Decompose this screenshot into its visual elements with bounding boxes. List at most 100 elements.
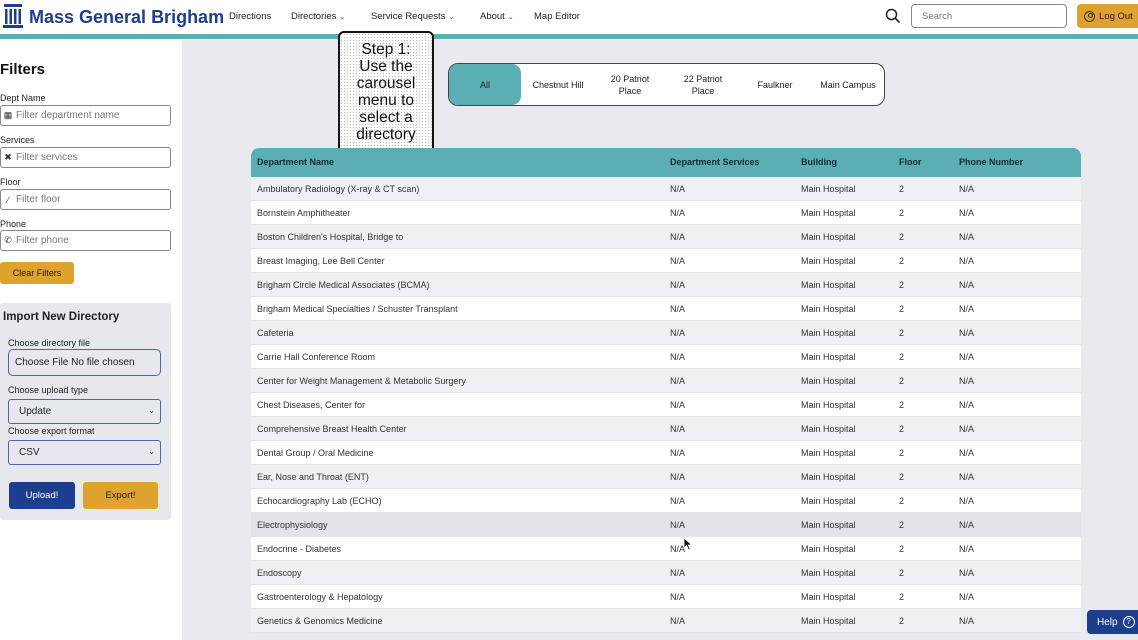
- carousel-item-20-patriot-place[interactable]: 20 Patriot Place: [599, 64, 661, 105]
- cell-phone-number: N/A: [959, 256, 975, 266]
- search-icon[interactable]: [885, 8, 901, 24]
- chevron-down-icon: ⌄: [339, 14, 346, 21]
- column-header-phone-number[interactable]: Phone Number: [959, 157, 1023, 167]
- table-row[interactable]: Endocrine - Diabetes N/A Main Hospital 2 N/A: [251, 537, 1081, 561]
- cell-department-services: N/A: [670, 424, 686, 434]
- cell-floor: 2: [899, 208, 905, 218]
- cell-floor: 2: [899, 592, 905, 602]
- upload-button[interactable]: Upload!: [9, 482, 75, 509]
- cell-department-services: N/A: [670, 592, 686, 602]
- table-row[interactable]: Gastroenterology & Hepatology N/A Main Hos…: [251, 585, 1081, 609]
- cell-floor: 2: [899, 328, 905, 338]
- cell-phone-number: N/A: [959, 592, 975, 602]
- cell-department-services: N/A: [670, 184, 686, 194]
- phone-filter-input[interactable]: ✆ Filter phone: [0, 230, 171, 251]
- cell-department-services: N/A: [670, 400, 686, 410]
- phone-icon: ✆: [4, 235, 12, 245]
- cell-department-services: N/A: [670, 304, 686, 314]
- cell-building: Main Hospital: [801, 328, 856, 338]
- nav-directories[interactable]: Directories ⌄: [291, 11, 345, 22]
- carousel-item-main-campus[interactable]: Main Campus: [817, 64, 879, 105]
- callout-line: Use the: [359, 58, 413, 75]
- table-row[interactable]: Genetics & Genomics Medicine N/A Main Hosp…: [251, 609, 1081, 633]
- tutorial-callout: Step 1: Use the carousel menu to select …: [338, 31, 434, 153]
- column-header-building[interactable]: Building: [801, 157, 837, 167]
- cell-department-name: Endoscopy: [257, 568, 302, 578]
- mouse-cursor-icon: [683, 537, 693, 551]
- export-button[interactable]: Export!: [83, 482, 158, 509]
- cell-floor: 2: [899, 400, 905, 410]
- cell-floor: 2: [899, 520, 905, 530]
- table-row[interactable]: Breast Imaging, Lee Bell Center N/A Main H…: [251, 249, 1081, 273]
- cell-building: Main Hospital: [801, 304, 856, 314]
- cell-department-services: N/A: [670, 352, 686, 362]
- table-row[interactable]: Chest Diseases, Center for N/A Main Hospit…: [251, 393, 1081, 417]
- table-row[interactable]: Bornstein Amphitheater N/A Main Hospital 2 N…: [251, 201, 1081, 225]
- carousel-item-chestnut-hill[interactable]: Chestnut Hill: [527, 64, 589, 105]
- table-header: Department Name Department Services Buil…: [251, 148, 1081, 177]
- upload-type-select[interactable]: Update ⌄: [8, 399, 161, 424]
- user-icon: [1084, 10, 1095, 22]
- cell-department-name: Comprehensive Breast Health Center: [257, 424, 407, 434]
- floor-filter-input[interactable]: ∕ Filter floor: [0, 189, 171, 210]
- cell-building: Main Hospital: [801, 400, 856, 410]
- table-row[interactable]: Carrie Hall Conference Room N/A Main Hospi…: [251, 345, 1081, 369]
- carousel-item-all[interactable]: All: [449, 64, 521, 105]
- table-row[interactable]: Ambulatory Radiology (X-ray & CT scan) N/…: [251, 177, 1081, 201]
- table-row[interactable]: Echocardiography Lab (ECHO) N/A Main Hospi…: [251, 489, 1081, 513]
- column-header-floor[interactable]: Floor: [899, 157, 922, 167]
- file-chooser[interactable]: Choose File No file chosen: [8, 349, 161, 376]
- nav-directions[interactable]: Directions: [229, 11, 271, 22]
- cell-building: Main Hospital: [801, 184, 856, 194]
- table-row[interactable]: Ear, Nose and Throat (ENT) N/A Main Hospit…: [251, 465, 1081, 489]
- help-button[interactable]: Help?: [1087, 610, 1138, 634]
- cell-building: Main Hospital: [801, 256, 856, 266]
- table-row[interactable]: Dental Group / Oral Medicine N/A Main Hosp…: [251, 441, 1081, 465]
- dept-name-filter-input[interactable]: ▦ Filter department name: [0, 105, 171, 126]
- services-filter-input[interactable]: ✖ Filter services: [0, 147, 171, 168]
- cell-department-services: N/A: [670, 520, 686, 530]
- search-input[interactable]: [911, 4, 1067, 28]
- cell-department-name: Electrophysiology: [257, 520, 328, 530]
- cell-building: Main Hospital: [801, 376, 856, 386]
- cell-department-name: Bornstein Amphitheater: [257, 208, 351, 218]
- carousel-item-faulkner[interactable]: Faulkner: [744, 64, 806, 105]
- nav-map-editor[interactable]: Map Editor: [534, 11, 580, 22]
- cell-department-services: N/A: [670, 208, 686, 218]
- table-row[interactable]: Brigham Circle Medical Associates (BCMA)…: [251, 273, 1081, 297]
- cell-department-name: Genetics & Genomics Medicine: [257, 616, 383, 626]
- table-row[interactable]: Brigham Medical Specialties / Schuster T…: [251, 297, 1081, 321]
- cell-phone-number: N/A: [959, 424, 975, 434]
- nav-service-requests[interactable]: Service Requests ⌄: [371, 11, 454, 22]
- cell-phone-number: N/A: [959, 280, 975, 290]
- table-row[interactable]: Cafeteria N/A Main Hospital 2 N/A: [251, 321, 1081, 345]
- clear-filters-button[interactable]: Clear Filters: [0, 262, 74, 284]
- logout-button[interactable]: Log Out: [1077, 4, 1138, 28]
- cell-phone-number: N/A: [959, 400, 975, 410]
- cell-department-name: Boston Children's Hospital, Bridge to: [257, 232, 404, 242]
- column-header-department-services[interactable]: Department Services: [670, 157, 760, 167]
- table-row[interactable]: Center for Weight Management & Metabolic…: [251, 369, 1081, 393]
- nav-about[interactable]: About ⌄: [480, 11, 514, 22]
- table-row[interactable]: Endoscopy N/A Main Hospital 2 N/A: [251, 561, 1081, 585]
- cell-department-services: N/A: [670, 616, 686, 626]
- file-label: Choose directory file: [8, 338, 91, 348]
- table-row[interactable]: Boston Children's Hospital, Bridge to N/A…: [251, 225, 1081, 249]
- export-format-select[interactable]: CSV ⌄: [8, 440, 161, 465]
- cell-floor: 2: [899, 184, 905, 194]
- tools-icon: ✖: [4, 152, 12, 162]
- dept-name-label: Dept Name: [0, 93, 46, 103]
- callout-line: directory: [356, 126, 416, 143]
- cell-floor: 2: [899, 448, 905, 458]
- carousel-item-22-patriot-place[interactable]: 22 Patriot Place: [672, 64, 734, 105]
- brigham-logo-icon[interactable]: [2, 2, 24, 30]
- cell-department-name: Ambulatory Radiology (X-ray & CT scan): [257, 184, 420, 194]
- column-header-department-name[interactable]: Department Name: [257, 157, 334, 167]
- cell-department-services: N/A: [670, 256, 686, 266]
- table-row[interactable]: Electrophysiology N/A Main Hospital 2 N/A: [251, 513, 1081, 537]
- cell-building: Main Hospital: [801, 496, 856, 506]
- brand-title[interactable]: Mass General Brigham: [29, 7, 224, 28]
- question-icon: ?: [1122, 616, 1135, 628]
- table-row[interactable]: Comprehensive Breast Health Center N/A Mai…: [251, 417, 1081, 441]
- cell-floor: 2: [899, 376, 905, 386]
